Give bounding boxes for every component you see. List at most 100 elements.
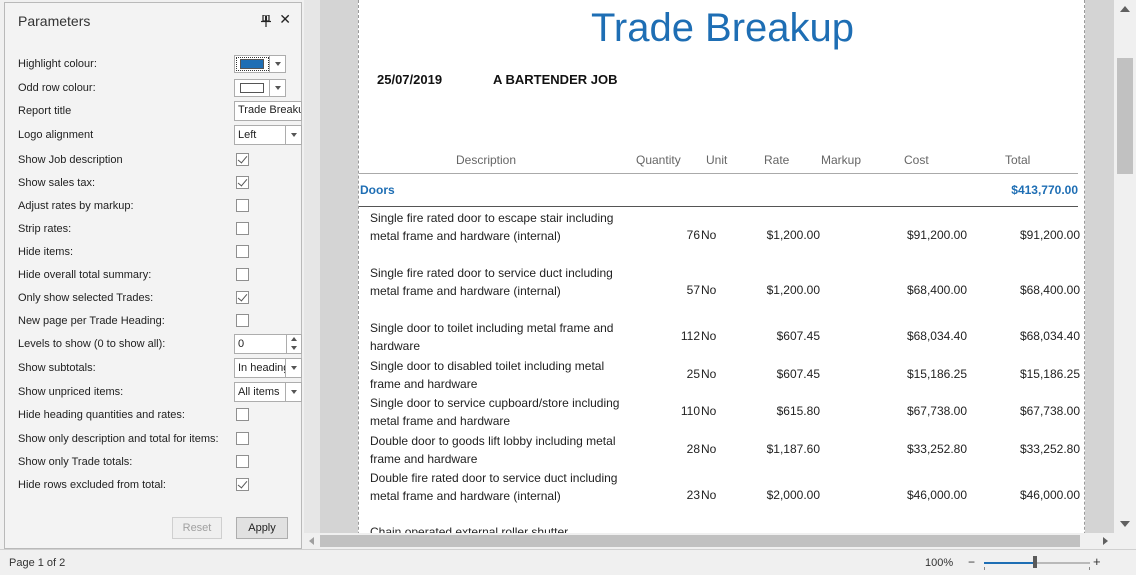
spin-up-icon[interactable]	[287, 335, 301, 344]
select-value: Left	[235, 125, 286, 144]
parameter-row: Logo alignment Left	[18, 123, 302, 146]
item-description: Double door to goods lift lobby includin…	[370, 434, 616, 466]
checkbox-control[interactable]	[234, 478, 249, 491]
select-value: All items	[235, 382, 286, 401]
checkbox-control[interactable]	[234, 153, 249, 166]
zoom-slider-thumb[interactable]	[1033, 556, 1037, 568]
parameter-row: Only show selected Trades:	[18, 286, 300, 309]
item-cost: $68,034.40	[906, 329, 967, 343]
color-swatch	[240, 82, 265, 93]
item-cost: $46,000.00	[906, 488, 967, 502]
checkbox[interactable]	[236, 432, 249, 445]
trade-heading-total: $413,770.00	[1011, 183, 1078, 197]
checkbox-control[interactable]	[234, 268, 249, 281]
reset-button[interactable]: Reset	[172, 517, 222, 539]
select-dropdown[interactable]: In headings	[234, 357, 302, 378]
item-unit: No	[701, 329, 717, 343]
spin-down-icon[interactable]	[287, 344, 301, 353]
item-description: Chain operated external roller shutter	[370, 525, 569, 533]
horizontal-scroll-thumb[interactable]	[320, 535, 1080, 547]
parameter-row: Strip rates:	[18, 217, 300, 240]
parameter-row: Hide heading quantities and rates:	[18, 403, 300, 426]
select-dropdown[interactable]: All items	[234, 381, 302, 402]
document-canvas: Trade Breakup 25/07/2019 A BARTENDER JOB…	[320, 0, 1114, 533]
vertical-scrollbar[interactable]	[1114, 0, 1136, 533]
chevron-down-icon[interactable]	[286, 126, 301, 144]
report-title-input[interactable]: Trade Breakup	[234, 100, 302, 121]
checkbox[interactable]	[236, 408, 249, 421]
report-viewer-window: Parameters ✕ Highlight colour: Odd row co…	[0, 0, 1136, 575]
chevron-down-icon[interactable]	[270, 56, 285, 72]
checkbox-control[interactable]	[234, 245, 249, 258]
checkbox-control[interactable]	[234, 222, 249, 235]
parameter-label: Highlight colour:	[18, 57, 97, 70]
select-control[interactable]: In headings	[234, 357, 302, 378]
color-swatch-wrap[interactable]	[235, 79, 271, 96]
chevron-down-icon[interactable]	[286, 383, 301, 401]
select-control[interactable]: All items	[234, 381, 302, 402]
checkbox[interactable]	[236, 199, 249, 212]
spin-buttons[interactable]	[286, 334, 301, 353]
checkbox-control[interactable]	[234, 199, 249, 212]
spin-value[interactable]: 0	[235, 335, 286, 353]
item-quantity: 25	[686, 367, 700, 381]
checkbox[interactable]	[236, 455, 249, 468]
color-control[interactable]	[234, 54, 286, 73]
chevron-down-icon[interactable]	[286, 359, 301, 377]
pin-icon[interactable]	[261, 15, 271, 27]
checkbox[interactable]	[236, 176, 249, 189]
scroll-left-arrow-icon[interactable]	[309, 537, 314, 545]
checkbox[interactable]	[236, 245, 249, 258]
select-control[interactable]: Left	[234, 124, 302, 145]
text-control[interactable]: Trade Breakup	[234, 100, 302, 121]
zoom-tick	[1089, 567, 1090, 570]
apply-button[interactable]: Apply	[236, 517, 288, 539]
checkbox[interactable]	[236, 314, 249, 327]
color-control[interactable]	[234, 78, 286, 97]
close-icon[interactable]: ✕	[279, 11, 291, 28]
column-header-description: Description	[456, 153, 517, 167]
checkbox-control[interactable]	[234, 455, 249, 468]
item-quantity: 76	[686, 228, 700, 242]
column-header-cost: Cost	[904, 153, 929, 167]
chevron-down-icon[interactable]	[270, 80, 285, 96]
checkbox-control[interactable]	[234, 314, 249, 327]
scroll-down-arrow-icon[interactable]	[1120, 521, 1130, 527]
color-swatch-wrap[interactable]	[235, 55, 271, 72]
scroll-up-arrow-icon[interactable]	[1120, 6, 1130, 12]
column-header-unit: Unit	[706, 153, 728, 167]
checkbox[interactable]	[236, 478, 249, 491]
item-total: $33,252.80	[1019, 442, 1080, 456]
column-header-markup: Markup	[821, 153, 862, 167]
levels-spin-input[interactable]: 0	[234, 333, 302, 354]
checkbox[interactable]	[236, 291, 249, 304]
spin-control[interactable]: 0	[234, 333, 302, 354]
item-description: Single door to disabled toilet including…	[370, 359, 605, 391]
parameter-label: Show Job description	[18, 153, 123, 166]
parameter-label: Show unpriced items:	[18, 385, 124, 398]
color-picker-dropdown[interactable]	[234, 54, 286, 73]
checkbox-control[interactable]	[234, 408, 249, 421]
checkbox-control[interactable]	[234, 432, 249, 445]
item-rate: $1,187.60	[766, 442, 820, 456]
zoom-slider-track-remaining[interactable]	[1037, 562, 1090, 564]
checkbox[interactable]	[236, 222, 249, 235]
vertical-scroll-thumb[interactable]	[1117, 58, 1133, 174]
checkbox[interactable]	[236, 153, 249, 166]
item-rate: $615.80	[776, 404, 820, 418]
zoom-in-button[interactable]: +	[1093, 554, 1101, 569]
item-quantity: 28	[686, 442, 700, 456]
item-rate: $607.45	[776, 329, 820, 343]
horizontal-scrollbar[interactable]	[304, 533, 1114, 549]
zoom-out-button[interactable]: −	[968, 555, 975, 569]
item-unit: No	[701, 283, 717, 297]
select-dropdown[interactable]: Left	[234, 124, 302, 145]
color-picker-dropdown[interactable]	[234, 78, 286, 97]
checkbox[interactable]	[236, 268, 249, 281]
checkbox-control[interactable]	[234, 291, 249, 304]
scroll-right-arrow-icon[interactable]	[1103, 537, 1108, 545]
trade-heading-name: Doors	[360, 183, 395, 197]
report-date: 25/07/2019	[377, 72, 443, 87]
checkbox-control[interactable]	[234, 176, 249, 189]
item-total: $91,200.00	[1019, 228, 1080, 242]
